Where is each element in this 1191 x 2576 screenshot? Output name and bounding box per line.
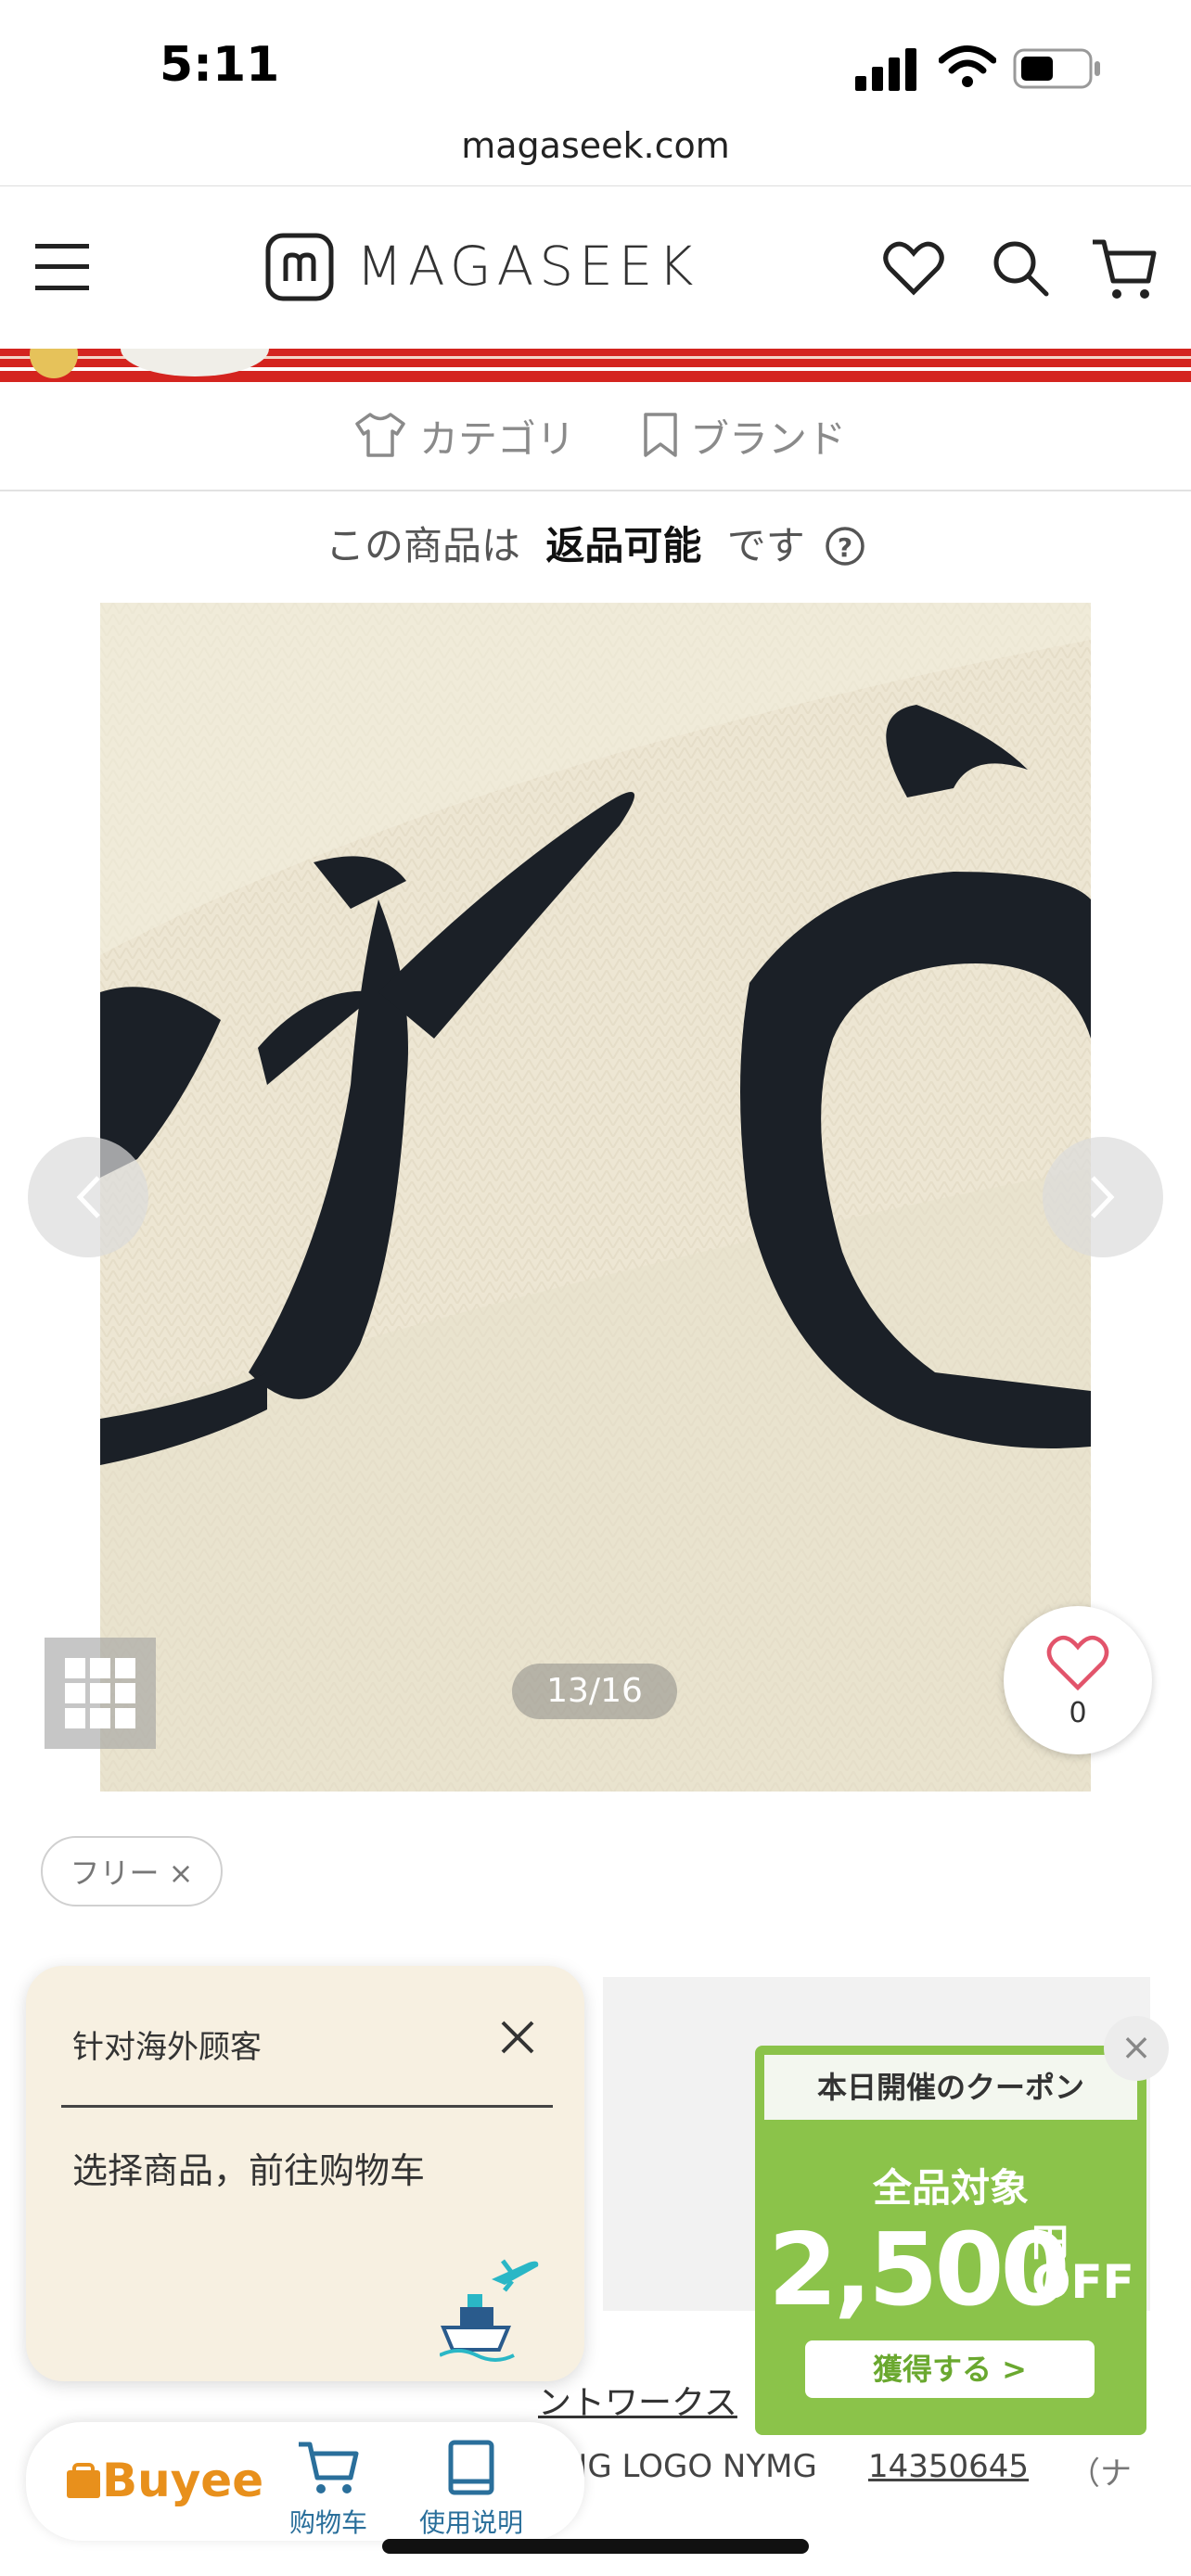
size-filter-chip[interactable]: フリー × bbox=[41, 1836, 223, 1906]
coupon-off-label: OFF bbox=[1031, 2255, 1134, 2309]
product-code[interactable]: 14350645 bbox=[868, 2448, 1029, 2485]
nav-category-link[interactable]: カテゴリ bbox=[419, 408, 575, 465]
coupon-banner[interactable]: 本日開催のクーポン × 全品対象 2,500 円 OFF 獲得する > bbox=[755, 2016, 1169, 2435]
buyee-logo[interactable]: Buyee bbox=[65, 2454, 263, 2507]
promo-banner-strip[interactable] bbox=[0, 349, 1191, 382]
buyee-toolbar: Buyee 购物车 使用说明 bbox=[26, 2422, 584, 2541]
shirt-icon[interactable] bbox=[354, 412, 406, 458]
popup-close-button[interactable] bbox=[499, 2016, 536, 2066]
cart-icon bbox=[299, 2442, 359, 2493]
menu-icon[interactable] bbox=[35, 244, 89, 290]
buyee-cart-button[interactable]: 购物车 bbox=[273, 2439, 384, 2540]
cellular-signal-icon bbox=[855, 48, 916, 91]
overseas-customer-popup: 针对海外顾客 选择商品，前往购物车 bbox=[26, 1966, 584, 2381]
heart-outline-icon bbox=[1046, 1635, 1109, 1691]
knit-sweater-photo bbox=[100, 603, 1091, 1792]
wifi-icon bbox=[939, 45, 996, 87]
buyee-guide-button[interactable]: 使用说明 bbox=[416, 2439, 527, 2540]
bookmark-icon[interactable] bbox=[642, 412, 679, 458]
help-icon[interactable]: ? bbox=[825, 526, 865, 567]
favorite-count: 0 bbox=[1069, 1697, 1087, 1729]
coupon-header: 本日開催のクーポン bbox=[764, 2055, 1137, 2120]
product-image[interactable] bbox=[100, 603, 1091, 1792]
favorite-button[interactable]: 0 bbox=[1004, 1606, 1152, 1754]
grid-icon bbox=[65, 1658, 135, 1728]
search-icon[interactable] bbox=[991, 238, 1050, 298]
magaseek-logo-icon[interactable] bbox=[265, 233, 334, 301]
chevron-right-icon bbox=[1091, 1176, 1115, 1218]
site-header: MAGASEEK bbox=[0, 185, 1191, 349]
book-icon bbox=[448, 2440, 494, 2495]
buyee-bag-icon bbox=[67, 2463, 100, 2498]
product-name: BIG LOGO NYMG bbox=[557, 2448, 817, 2485]
product-brand-link[interactable]: ントワークス bbox=[538, 2376, 737, 2424]
buyee-cart-label: 购物车 bbox=[288, 2507, 367, 2538]
home-indicator bbox=[382, 2539, 809, 2554]
return-notice-emphasis: 返品可能 bbox=[545, 523, 702, 568]
ship-plane-icon bbox=[440, 2259, 539, 2362]
return-notice-prefix: この商品は bbox=[325, 523, 520, 568]
status-bar: 5:11 bbox=[0, 0, 1191, 139]
coupon-subtitle: 全品対象 bbox=[872, 2165, 1029, 2211]
coupon-close-button[interactable]: × bbox=[1104, 2016, 1169, 2081]
buyee-guide-label: 使用说明 bbox=[418, 2507, 523, 2538]
category-nav bbox=[0, 382, 1191, 491]
image-counter: 13/16 bbox=[512, 1664, 677, 1719]
thumbnail-grid-button[interactable] bbox=[45, 1638, 156, 1749]
popup-title: 针对海外顾客 bbox=[72, 2029, 262, 2066]
return-notice-suffix: です bbox=[726, 523, 805, 568]
cart-icon[interactable] bbox=[1091, 236, 1158, 301]
ornament-decoration-icon bbox=[30, 349, 269, 378]
battery-icon bbox=[1013, 48, 1100, 89]
popup-message: 选择商品，前往购物车 bbox=[72, 2150, 426, 2191]
close-icon bbox=[501, 2021, 534, 2054]
popup-divider bbox=[61, 2105, 553, 2108]
coupon-amount: 2,500 bbox=[768, 2213, 1070, 2328]
next-image-button[interactable] bbox=[1043, 1137, 1163, 1257]
heart-icon[interactable] bbox=[883, 240, 944, 296]
chevron-left-icon bbox=[76, 1176, 100, 1218]
svg-text:?: ? bbox=[838, 532, 852, 563]
site-logo-text[interactable]: MAGASEEK bbox=[356, 235, 698, 298]
previous-image-button[interactable] bbox=[28, 1137, 148, 1257]
return-notice: この商品は 返品可能 です ? bbox=[0, 515, 1191, 571]
buyee-logo-text: Buyee bbox=[102, 2454, 264, 2507]
status-time: 5:11 bbox=[160, 37, 280, 93]
product-color-note: （ナ bbox=[1069, 2455, 1132, 2493]
coupon-get-button[interactable]: 獲得する > bbox=[805, 2340, 1095, 2398]
browser-url[interactable]: magaseek.com bbox=[0, 125, 1191, 166]
nav-brand-link[interactable]: ブランド bbox=[690, 408, 846, 465]
